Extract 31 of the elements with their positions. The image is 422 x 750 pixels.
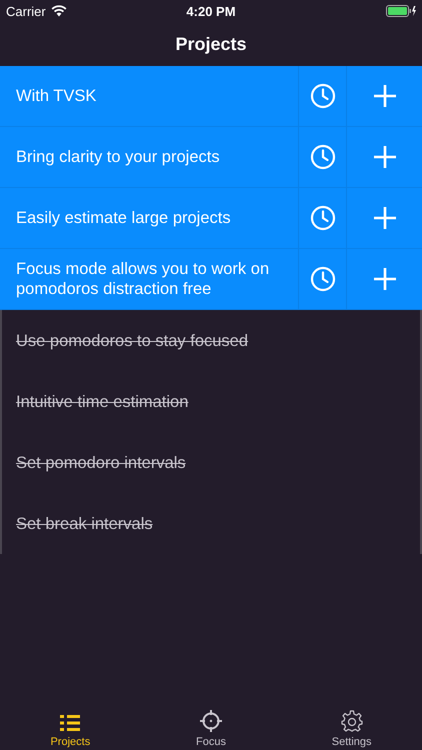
carrier-name: Carrier (6, 4, 46, 18)
clock-icon (310, 83, 336, 109)
settings-icon (340, 710, 363, 732)
completed-row[interactable]: Use pomodoros to stay focused (0, 310, 422, 371)
completed-row[interactable]: Set pomodoro intervals (0, 432, 422, 493)
project-name: Easily estimate large projects (15, 208, 232, 229)
battery-icon (386, 5, 416, 17)
completed-project-name: Use pomodoros to stay focused (15, 330, 250, 352)
plus-icon (372, 84, 396, 108)
project-name: Focus mode allows you to work on pomodoros distraction free (15, 259, 270, 300)
project-name: With TVSK (15, 86, 98, 107)
completed-project-name: Set break intervals (15, 514, 154, 534)
tab-item[interactable]: Focus (140, 700, 282, 750)
clock-icon (310, 205, 336, 231)
project-name: Bring clarity to your projects (15, 147, 221, 168)
clock-icon (310, 144, 336, 170)
tab-item[interactable]: Settings (281, 700, 422, 750)
screen-title: Projects (175, 34, 247, 54)
tab-item[interactable]: Projects (0, 700, 141, 750)
plus-icon (372, 206, 396, 230)
clock-time: 4:20 PM (186, 4, 236, 18)
completed-row[interactable]: Intuitive time estimation (0, 371, 422, 432)
list-icon (60, 714, 80, 732)
completed-row[interactable]: Set break intervals (0, 493, 422, 554)
completed-project-name: Intuitive time estimation (15, 392, 190, 412)
clock-icon (310, 266, 336, 292)
crosshair-icon (200, 710, 222, 732)
plus-icon (372, 267, 396, 291)
wifi-icon (50, 5, 67, 17)
completed-project-name: Set pomodoro intervals (15, 452, 187, 474)
plus-icon (372, 145, 396, 169)
